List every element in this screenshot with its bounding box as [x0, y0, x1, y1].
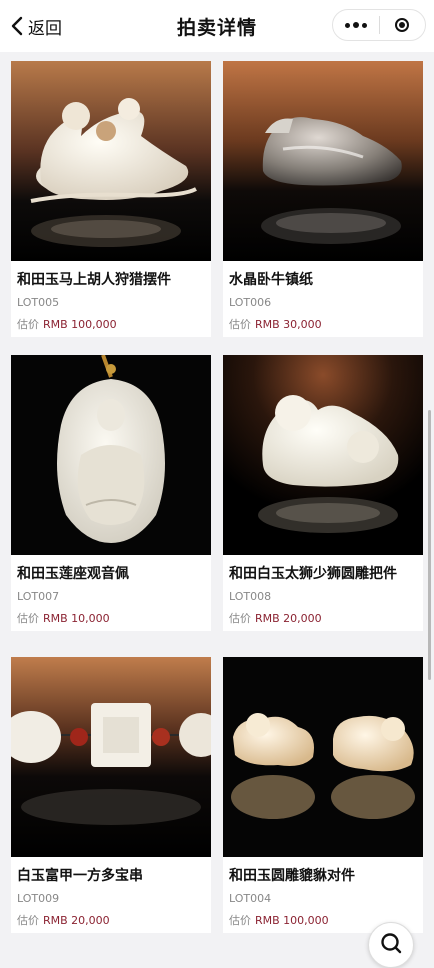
lot-title: 和田白玉太狮少狮圆雕把件 [229, 566, 397, 582]
lot-image [11, 61, 211, 261]
estimate-value: RMB 30,000 [255, 318, 322, 331]
estimate-label: 估价 [17, 612, 39, 625]
search-icon [381, 933, 402, 954]
lot-card[interactable]: 和田玉圆雕貔貅对件 LOT004 估价 RMB 100,000 [223, 657, 423, 933]
close-button[interactable] [379, 10, 425, 40]
lot-card[interactable]: 水晶卧牛镇纸 LOT006 估价 RMB 30,000 [223, 61, 423, 337]
lot-title: 和田玉圆雕貔貅对件 [229, 868, 355, 884]
estimate-label: 估价 [17, 318, 39, 331]
lot-title: 和田玉马上胡人狩猎摆件 [17, 272, 171, 288]
lot-title: 和田玉莲座观音佩 [17, 566, 129, 582]
estimate: 估价 RMB 100,000 [17, 316, 117, 332]
lot-number: LOT006 [229, 296, 272, 309]
lot-number: LOT004 [229, 892, 272, 905]
lot-number: LOT008 [229, 590, 272, 603]
top-nav-bar: 返回 拍卖详情 [0, 0, 434, 52]
more-button[interactable] [333, 10, 379, 40]
lot-number: LOT005 [17, 296, 60, 309]
lot-card[interactable]: 和田玉马上胡人狩猎摆件 LOT005 估价 RMB 100,000 [11, 61, 211, 337]
lot-image [223, 355, 423, 555]
estimate-label: 估价 [229, 914, 251, 927]
estimate-value: RMB 20,000 [43, 914, 110, 927]
mini-program-capsule [332, 9, 426, 41]
lot-number: LOT009 [17, 892, 60, 905]
estimate-value: RMB 100,000 [43, 318, 117, 331]
estimate: 估价 RMB 20,000 [17, 912, 110, 928]
more-dots-icon [344, 22, 350, 28]
more-dot [361, 22, 367, 28]
lot-image [223, 657, 423, 857]
search-button[interactable] [368, 922, 414, 968]
lot-title: 白玉富甲一方多宝串 [17, 868, 143, 884]
estimate: 估价 RMB 30,000 [229, 316, 322, 332]
estimate-value: RMB 100,000 [255, 914, 329, 927]
lot-number: LOT007 [17, 590, 60, 603]
lot-image [11, 657, 211, 857]
lot-title: 水晶卧牛镇纸 [229, 272, 313, 288]
estimate-label: 估价 [229, 318, 251, 331]
estimate: 估价 RMB 100,000 [229, 912, 329, 928]
estimate-label: 估价 [17, 914, 39, 927]
target-close-icon [395, 18, 410, 32]
lot-card[interactable]: 和田白玉太狮少狮圆雕把件 LOT008 估价 RMB 20,000 [223, 355, 423, 631]
lot-card[interactable]: 白玉富甲一方多宝串 LOT009 估价 RMB 20,000 [11, 657, 211, 933]
lot-image [11, 355, 211, 555]
lot-image [223, 61, 423, 261]
estimate-value: RMB 20,000 [255, 612, 322, 625]
estimate-label: 估价 [229, 612, 251, 625]
estimate: 估价 RMB 20,000 [229, 610, 322, 626]
estimate-value: RMB 10,000 [43, 612, 110, 625]
lot-card[interactable]: 和田玉莲座观音佩 LOT007 估价 RMB 10,000 [11, 355, 211, 631]
more-dot [352, 22, 359, 28]
scrollbar[interactable] [428, 410, 431, 680]
estimate: 估价 RMB 10,000 [17, 610, 110, 626]
